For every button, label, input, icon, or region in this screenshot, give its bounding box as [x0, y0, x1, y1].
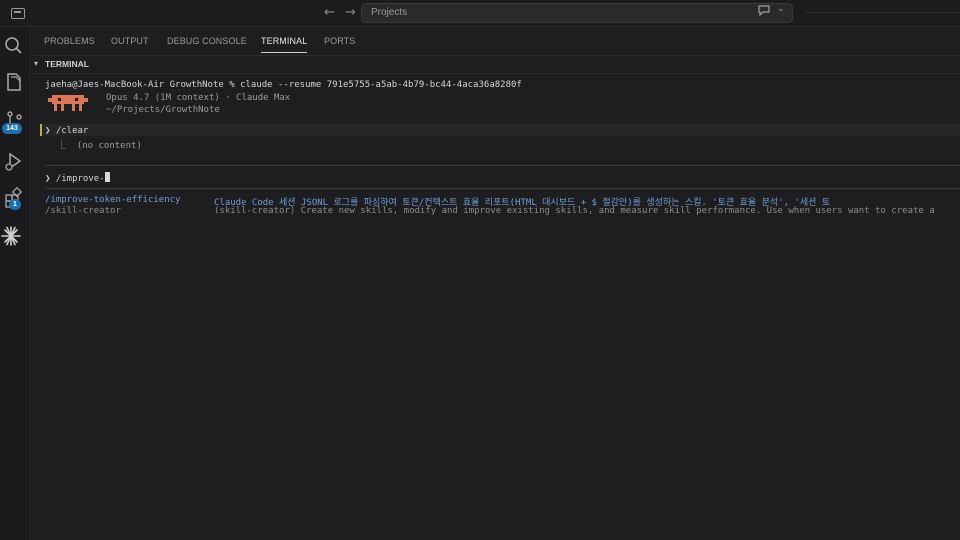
tab-output[interactable]: OUTPUT — [111, 36, 149, 46]
working-directory: ~/Projects/GrowthNote — [106, 105, 220, 115]
input-top-border — [45, 165, 960, 166]
terminal-section-header[interactable]: ▾ TERMINAL — [31, 55, 960, 73]
input-text: /improve- — [55, 174, 105, 184]
command-line: jaeha@Jaes-MacBook-Air GrowthNote % clau… — [45, 80, 522, 90]
scm-badge: 143 — [2, 123, 22, 134]
search-text: Projects — [371, 7, 408, 18]
input-bottom-border — [45, 188, 960, 189]
command-center-search[interactable]: Projects — [361, 3, 793, 23]
section-title: TERMINAL — [45, 59, 89, 69]
sidebar-toggle-icon[interactable] — [11, 8, 25, 19]
activity-bar: 143 1 — [0, 27, 30, 540]
claude-spark-icon[interactable] — [0, 223, 30, 251]
suggestion-description[interactable]: (skill-creator) Create new skills, modif… — [214, 206, 935, 216]
panel-tabs: PROBLEMS OUTPUT DEBUG CONSOLE TERMINAL P… — [31, 27, 960, 55]
bottom-panel: PROBLEMS OUTPUT DEBUG CONSOLE TERMINAL P… — [31, 27, 960, 540]
tab-debug-console[interactable]: DEBUG CONSOLE — [167, 36, 247, 46]
run-debug-icon[interactable] — [0, 148, 30, 176]
forward-arrow-icon[interactable]: → — [345, 5, 356, 20]
prompt-input[interactable]: ❯ /improve- — [45, 172, 110, 184]
explorer-icon[interactable] — [0, 69, 30, 97]
prompt-symbol: ❯ — [45, 174, 51, 184]
tab-terminal[interactable]: TERMINAL — [261, 36, 308, 53]
divider — [805, 12, 960, 13]
clear-command-row — [40, 124, 960, 136]
chevron-down-icon[interactable]: ▾ — [34, 59, 38, 68]
clear-command-text: /clear — [55, 126, 89, 136]
divider — [31, 73, 960, 74]
extensions-badge: 1 — [9, 199, 21, 210]
prompt-symbol: ❯ — [45, 126, 51, 136]
back-arrow-icon[interactable]: ← — [324, 5, 335, 20]
tab-problems[interactable]: PROBLEMS — [44, 36, 95, 46]
chat-icon[interactable] — [757, 4, 771, 19]
title-bar: ← → Projects ⌄ — [0, 0, 960, 27]
chevron-down-icon[interactable]: ⌄ — [777, 4, 785, 14]
clear-command: ❯ /clear — [45, 126, 88, 136]
search-icon[interactable] — [0, 33, 30, 61]
suggestion-name[interactable]: /skill-creator — [45, 206, 121, 216]
vscode-window: ← → Projects ⌄ 143 1 PROBLEMS OUTPUT DEB… — [0, 0, 960, 540]
claude-logo-icon — [48, 95, 88, 111]
suggestion-name[interactable]: /improve-token-efficiency — [45, 195, 180, 205]
model-info: Opus 4.7 (1M context) · Claude Max — [106, 93, 291, 103]
text-cursor — [104, 172, 110, 182]
tab-ports[interactable]: PORTS — [324, 36, 355, 46]
clear-output: ⎿ (no content) — [57, 141, 142, 151]
